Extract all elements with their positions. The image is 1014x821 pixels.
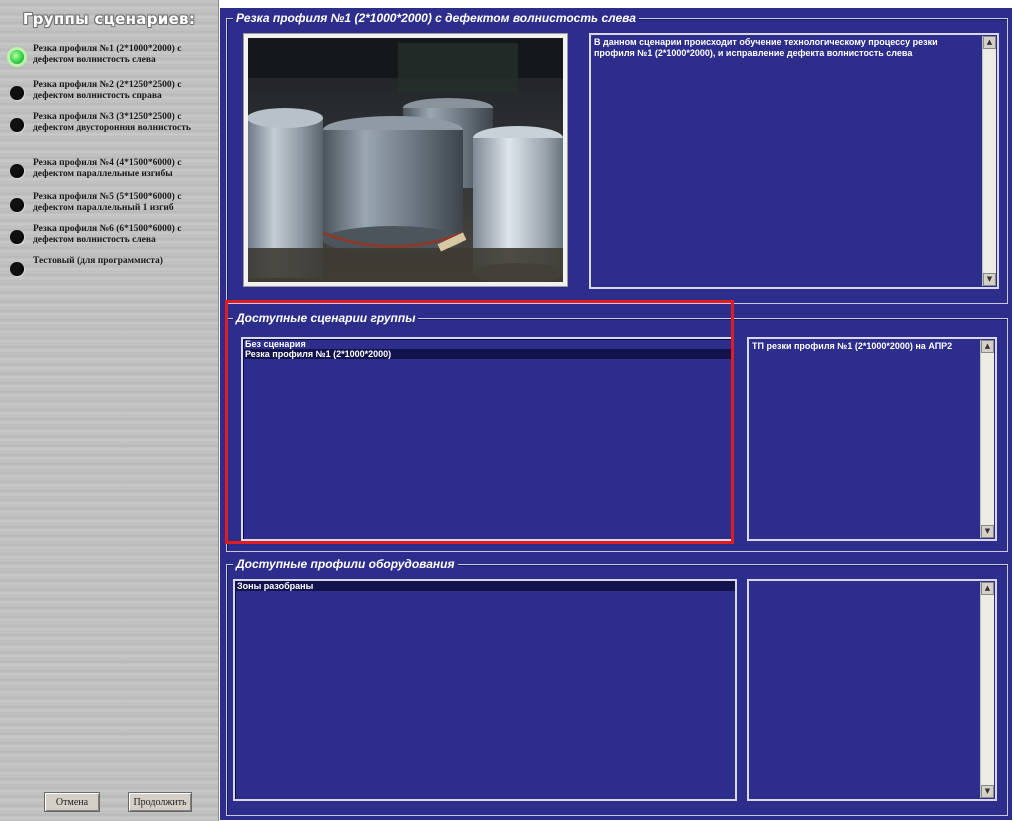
radio-icon[interactable] <box>10 164 24 178</box>
scenario-description-text: В данном сценарии происходит обучение те… <box>594 37 938 58</box>
description-scrollbar[interactable]: ▲ ▼ <box>982 36 996 286</box>
scroll-up-arrow-icon[interactable]: ▲ <box>981 582 994 595</box>
group-item-3[interactable]: Резка профиля №3 (3*1250*2500) с дефекто… <box>10 112 216 134</box>
scroll-down-arrow-icon[interactable]: ▼ <box>981 785 994 798</box>
equipment-profiles-title: Доступные профили оборудования <box>233 557 458 571</box>
detail-scrollbar[interactable]: ▲ ▼ <box>980 340 994 538</box>
available-scenarios-title: Доступные сценарии группы <box>233 311 419 325</box>
scenario-detail-panel: ТП резки профиля №1 (2*1000*2000) на АПР… <box>747 337 997 541</box>
group-item-4[interactable]: Резка профиля №4 (4*1500*6000) с дефекто… <box>10 158 216 180</box>
radio-icon[interactable] <box>10 198 24 212</box>
group-item-label: Резка профиля №5 (5*1500*6000) с дефекто… <box>33 192 182 213</box>
scenario-description-panel: В данном сценарии происходит обучение те… <box>589 33 999 289</box>
scroll-down-arrow-icon[interactable]: ▼ <box>981 525 994 538</box>
main-panel: Резка профиля №1 (2*1000*2000) с дефекто… <box>220 8 1012 820</box>
scenario-group-box: Резка профиля №1 (2*1000*2000) с дефекто… <box>226 11 1008 304</box>
radio-icon[interactable] <box>10 230 24 244</box>
radio-icon[interactable] <box>10 118 24 132</box>
scenario-groups-sidebar: Группы сценариев: Резка профиля №1 (2*10… <box>0 0 219 821</box>
group-item-label: Резка профиля №4 (4*1500*6000) с дефекто… <box>33 158 182 179</box>
scenario-group-title: Резка профиля №1 (2*1000*2000) с дефекто… <box>233 11 639 25</box>
sidebar-title: Группы сценариев: <box>22 10 196 28</box>
equipment-profiles-list[interactable]: Зоны разобраны <box>233 579 737 801</box>
group-item-label: Резка профиля №1 (2*1000*2000) с дефекто… <box>33 44 182 65</box>
steel-coils-image <box>248 38 563 282</box>
group-item-2[interactable]: Резка профиля №2 (2*1250*2500) с дефекто… <box>10 80 216 102</box>
group-item-label: Резка профиля №2 (2*1250*2500) с дефекто… <box>33 80 182 101</box>
scenario-detail-text: ТП резки профиля №1 (2*1000*2000) на АПР… <box>752 341 953 351</box>
cancel-button[interactable]: Отмена <box>44 792 100 812</box>
list-item-selected[interactable]: Зоны разобраны <box>235 581 735 591</box>
equipment-profiles-box: Доступные профили оборудования Зоны разо… <box>226 557 1008 816</box>
scroll-down-arrow-icon[interactable]: ▼ <box>983 273 996 286</box>
radio-icon[interactable] <box>10 262 24 276</box>
radio-selected-icon[interactable] <box>10 50 24 64</box>
equipment-detail-panel: ▲ ▼ <box>747 579 997 801</box>
group-item-7[interactable]: Тестовый (для программиста) <box>10 256 216 276</box>
group-item-1[interactable]: Резка профиля №1 (2*1000*2000) с дефекто… <box>10 44 216 66</box>
group-item-6[interactable]: Резка профиля №6 (6*1500*6000) с дефекто… <box>10 224 216 246</box>
group-item-5[interactable]: Резка профиля №5 (5*1500*6000) с дефекто… <box>10 192 216 214</box>
scroll-up-arrow-icon[interactable]: ▲ <box>981 340 994 353</box>
radio-icon[interactable] <box>10 86 24 100</box>
equipment-scrollbar[interactable]: ▲ ▼ <box>980 582 994 798</box>
group-item-label: Резка профиля №6 (6*1500*6000) с дефекто… <box>33 224 182 245</box>
available-scenarios-box: Доступные сценарии группы Без сценария Р… <box>226 311 1008 552</box>
continue-button[interactable]: Продолжить <box>128 792 192 812</box>
scenarios-list[interactable]: Без сценария Резка профиля №1 (2*1000*20… <box>241 337 733 541</box>
list-item-selected[interactable]: Резка профиля №1 (2*1000*2000) <box>243 349 731 359</box>
scenario-photo <box>243 33 568 287</box>
group-item-label: Резка профиля №3 (3*1250*2500) с дефекто… <box>33 112 191 133</box>
list-item[interactable]: Без сценария <box>243 339 731 349</box>
scroll-up-arrow-icon[interactable]: ▲ <box>983 36 996 49</box>
group-item-label: Тестовый (для программиста) <box>33 256 163 266</box>
